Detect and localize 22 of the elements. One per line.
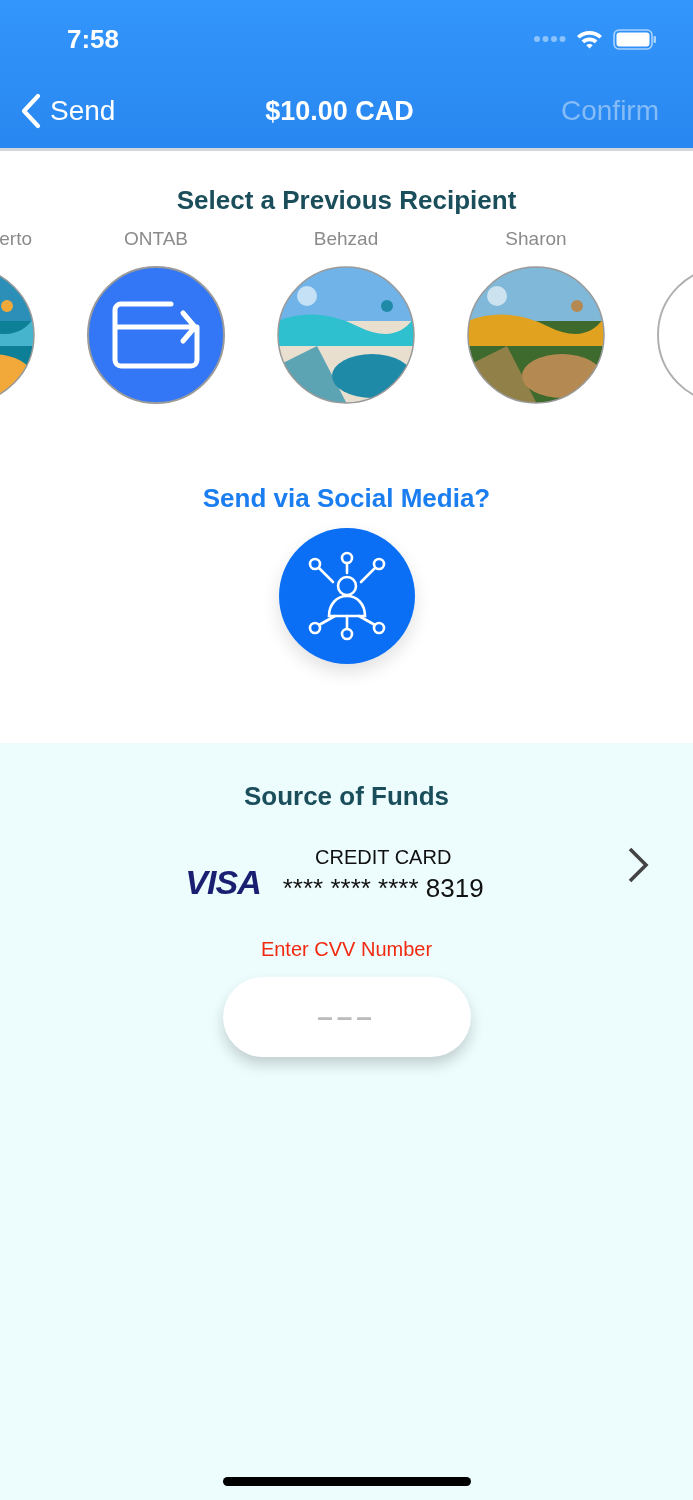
signal-icon xyxy=(534,35,566,43)
cvv-field[interactable]: ––– xyxy=(222,977,471,1057)
wifi-icon xyxy=(576,29,603,49)
recipient-name: Behzad xyxy=(313,228,379,251)
social-media-title: Send via Social Media? xyxy=(202,483,491,514)
back-button[interactable]: Send xyxy=(20,93,116,129)
recipient-name: erto xyxy=(0,228,33,251)
amount-title: $10.00 CAD xyxy=(265,95,414,127)
card-type: CREDIT CARD xyxy=(315,846,452,869)
visa-logo: VISA xyxy=(185,863,261,903)
network-person-icon xyxy=(306,550,387,642)
recipient-name: ONTAB xyxy=(123,228,188,251)
status-time: 7:58 xyxy=(67,23,120,55)
cvv-label: Enter CVV Number xyxy=(260,938,433,961)
chevron-right-icon[interactable] xyxy=(626,846,650,884)
card-number: **** **** **** 8319 xyxy=(282,873,484,904)
battery-icon xyxy=(613,28,657,50)
card-arrow-icon xyxy=(111,300,201,370)
recipient-name: Sharon xyxy=(505,228,567,251)
section-title: Select a Previous Recipient xyxy=(175,185,518,216)
back-chevron-icon xyxy=(20,93,42,129)
section-title: Source of Funds xyxy=(243,781,450,812)
